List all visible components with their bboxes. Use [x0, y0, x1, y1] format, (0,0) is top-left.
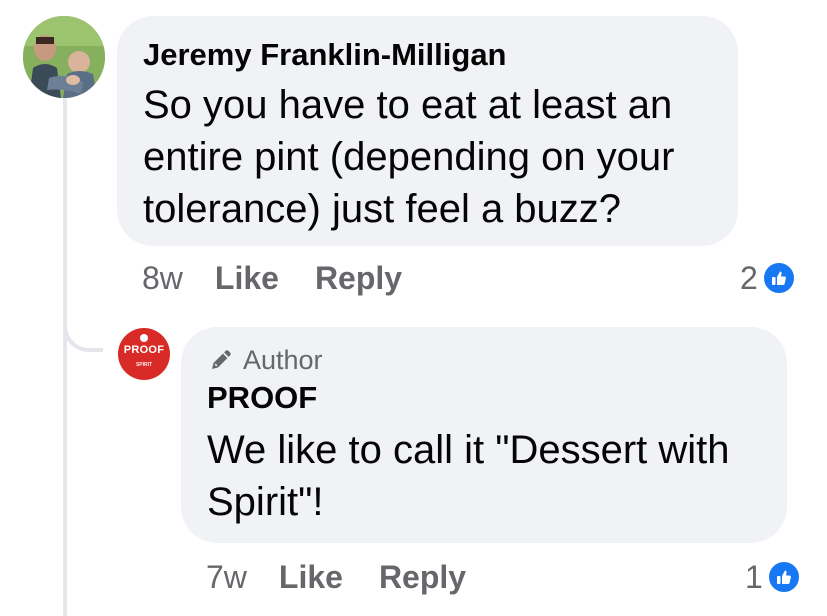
pencil-icon [207, 346, 235, 374]
like-button[interactable]: Like [215, 260, 279, 297]
thumbs-up-icon [761, 261, 796, 295]
reply-timestamp[interactable]: 7w [206, 559, 247, 596]
reaction-count: 1 [745, 558, 763, 595]
thumbs-up-icon [766, 560, 801, 594]
reply-button[interactable]: Reply [315, 260, 402, 297]
author-badge-label: Author [243, 345, 323, 375]
reaction-summary[interactable]: 2 [740, 258, 796, 298]
reply-text: We like to call it "Dessert with Spirit"… [207, 428, 730, 524]
logo-dot [140, 334, 148, 342]
reaction-count: 2 [740, 259, 758, 296]
comment-text: So you have to eat at least an entire pi… [143, 83, 675, 231]
avatar[interactable] [23, 16, 105, 98]
comment-thread: Jeremy Franklin-Milligan So you have to … [0, 0, 827, 616]
reply-author-name[interactable]: PROOF [207, 379, 761, 417]
brand-logo-text: PROOF [123, 344, 165, 356]
reply-bubble: Author PROOF We like to call it "Dessert… [181, 327, 787, 543]
reply-button[interactable]: Reply [379, 559, 466, 596]
reaction-summary[interactable]: 1 [745, 557, 801, 597]
profile-photo-icon [23, 16, 105, 98]
brand-logo-subtext: SPIRIT [135, 362, 153, 368]
reply-connector-curve [63, 300, 103, 352]
comment-timestamp[interactable]: 8w [142, 260, 183, 297]
author-badge: Author [207, 343, 761, 377]
like-button[interactable]: Like [279, 559, 343, 596]
comment-bubble: Jeremy Franklin-Milligan So you have to … [117, 16, 738, 246]
reply-actions: 7w Like Reply [206, 557, 502, 597]
thread-connector-line [63, 96, 67, 616]
comment-author-name[interactable]: Jeremy Franklin-Milligan [143, 36, 712, 74]
avatar[interactable]: PROOF SPIRIT [118, 328, 170, 380]
comment-actions: 8w Like Reply [142, 258, 438, 298]
